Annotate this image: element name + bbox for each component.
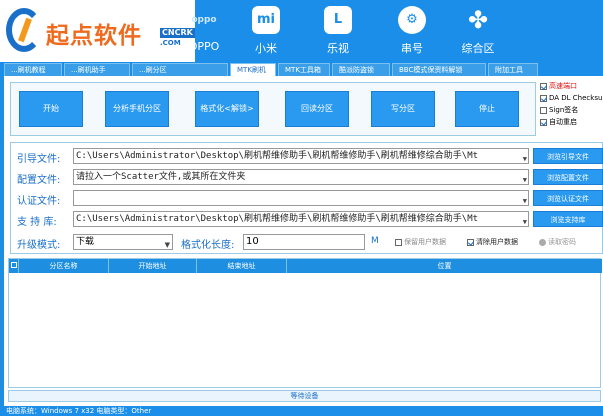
chevron-down-icon: ▼ [522,155,527,163]
keep-user-data-checkbox[interactable]: 保留用户数据 [395,237,446,247]
boot-file-row: 引导文件: C:\Users\Administrator\Desktop\刷机帮… [11,147,603,167]
start-button[interactable]: 开始 [19,91,83,127]
mi-icon: mi [252,6,280,34]
subtab-coolpad-lock[interactable]: 酷派防盗锁 [332,63,390,76]
chevron-down-icon: ▼ [522,176,527,184]
top-navigation-bar: 起点软件 CNCRK .COM oppo OPPO mi 小米 L 乐视 ⚙ 串… [0,0,603,62]
device-status: 等待设备 [8,390,601,402]
option-da-dl-checksum[interactable]: DA DL Checksum [540,92,603,104]
clear-user-data-checkbox[interactable]: 清除用户数据 [467,237,518,247]
chevron-down-icon: ▼ [522,218,527,226]
table-header: 分区名称 开始地址 结束地址 位置 [9,259,602,273]
subtab-extra-tools[interactable]: 附加工具 [488,63,538,76]
logo-name: 起点软件 [46,23,142,49]
main-panel: 开始 分析手机分区 格式化<解锁> 回读分区 写分区 停止 高速端口 DA DL… [4,76,603,406]
column-location: 位置 [437,262,452,270]
nav-tab-xiaomi[interactable]: mi 小米 [238,0,294,62]
browse-support-lib-button[interactable]: 浏览支持库 [533,211,603,227]
sub-tab-bar: ...刷机教程 ...刷机助手 ...刷分区 MTK刷机 MTK工具箱 酷派防盗… [0,62,603,76]
support-lib-row: 支 持 库: C:\Users\Administrator\Desktop\刷机… [11,210,603,230]
auth-file-row: 认证文件: ▼ 浏览认证文件 [11,189,603,209]
boot-file-label: 引导文件: [17,154,61,165]
upgrade-options-row: 升级模式: 下载 ▼ 格式化长度: 10 M 保留用户数据 清除用户数据 读取密码 [11,233,603,253]
chevron-down-icon: ▼ [164,241,170,249]
subtab-mtk-flash[interactable]: MTK刷机 [230,63,276,76]
system-info-footer: 电脑系统：Windows 7 x32 电脑类型：Other [0,406,603,416]
format-length-label: 格式化长度: [181,240,235,251]
format-length-unit: M [371,236,379,246]
read-password-radio[interactable]: 读取密码 [539,237,576,247]
action-button-group: 开始 分析手机分区 格式化<解锁> 回读分区 写分区 停止 [10,82,536,136]
checkbox-icon [540,94,547,102]
checkbox-icon [540,106,547,114]
browse-config-file-button[interactable]: 浏览配置文件 [533,169,603,185]
config-file-select[interactable]: 请拉入一个Scatter文件,或其所在文件夹 ▼ [73,169,529,185]
boot-file-select[interactable]: C:\Users\Administrator\Desktop\刷机帮维修助手\刷… [73,148,529,164]
checkbox-icon [395,238,402,246]
write-partition-button[interactable]: 写分区 [371,91,435,127]
support-lib-select[interactable]: C:\Users\Administrator\Desktop\刷机帮维修助手\刷… [73,211,529,227]
column-partition-name: 分区名称 [19,259,109,273]
checkbox-icon [540,118,547,126]
subtab-mtk-toolbox[interactable]: MTK工具箱 [278,63,330,76]
oppo-icon: oppo [191,15,217,25]
subtab-bbc-unlock[interactable]: BBC模式保资料解锁 [392,63,486,76]
format-length-input[interactable]: 10 [243,234,365,250]
checkbox-icon [467,238,474,246]
config-file-label: 配置文件: [17,175,61,186]
nav-tab-general[interactable]: ✤ 综合区 [450,0,506,62]
radio-icon [539,238,546,246]
upgrade-mode-label: 升级模式: [17,240,61,251]
auth-file-select[interactable]: ▼ [73,190,529,206]
option-auto-reboot[interactable]: 自动重启 [540,116,603,128]
option-high-speed-port[interactable]: 高速端口 [540,80,603,92]
subtab-tutorial[interactable]: ...刷机教程 [4,63,62,76]
subtab-assistant[interactable]: ...刷机助手 [64,63,130,76]
letv-icon: L [324,6,352,34]
gear-icon: ⚙ [398,6,426,34]
partition-table: 分区名称 开始地址 结束地址 位置 [8,258,602,388]
chevron-down-icon: ▼ [522,197,527,205]
nav-tab-serial[interactable]: ⚙ 串号 [384,0,440,62]
checkbox-icon [540,82,547,90]
logo-mark-icon [6,8,42,52]
nav-tab-letv[interactable]: L 乐视 [310,0,366,62]
logo: 起点软件 CNCRK .COM [0,0,195,62]
analyze-partitions-button[interactable]: 分析手机分区 [105,91,169,127]
stop-button[interactable]: 停止 [455,91,519,127]
clover-icon: ✤ [467,6,489,34]
subtab-partition[interactable]: ...刷分区 [132,63,228,76]
format-unlock-button[interactable]: 格式化<解锁> [195,91,259,127]
column-start-address: 开始地址 [109,259,197,273]
option-sign[interactable]: Sign签名 [540,104,603,116]
options-group: 高速端口 DA DL Checksum Sign签名 自动重启 [540,80,603,128]
select-all-checkbox[interactable] [9,259,19,273]
column-end-address: 结束地址 [197,259,287,273]
file-selection-group: 引导文件: C:\Users\Administrator\Desktop\刷机帮… [10,142,603,254]
nav-tab-oppo[interactable]: oppo OPPO [176,0,232,62]
browse-auth-file-button[interactable]: 浏览认证文件 [533,190,603,206]
upgrade-mode-select[interactable]: 下载 ▼ [73,234,173,250]
browse-boot-file-button[interactable]: 浏览引导文件 [533,148,603,164]
config-file-row: 配置文件: 请拉入一个Scatter文件,或其所在文件夹 ▼ 浏览配置文件 [11,168,603,188]
readback-partition-button[interactable]: 回读分区 [285,91,349,127]
auth-file-label: 认证文件: [17,196,61,207]
support-lib-label: 支 持 库: [17,217,57,228]
